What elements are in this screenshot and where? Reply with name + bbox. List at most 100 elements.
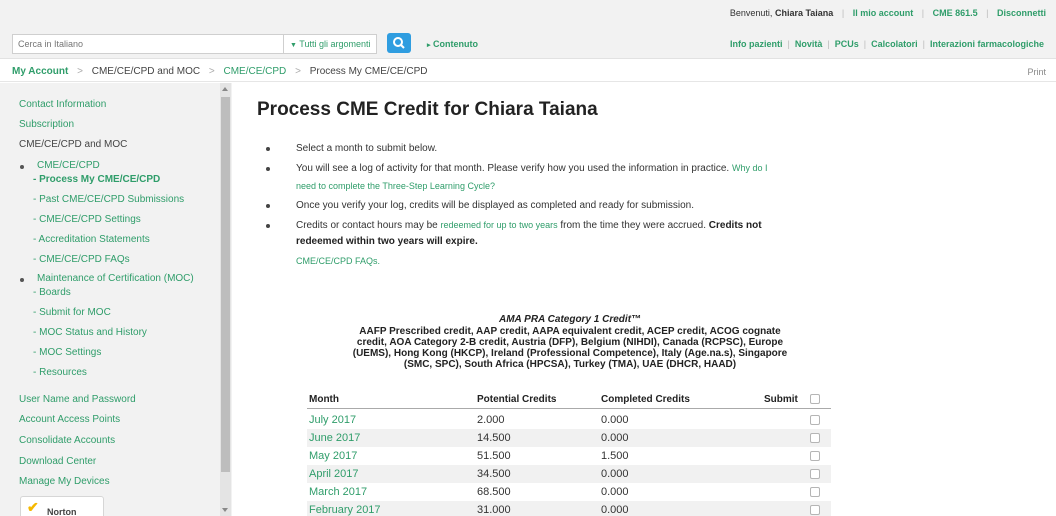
- submit-checkbox[interactable]: [810, 433, 820, 443]
- nav-drug-interactions[interactable]: Interazioni farmacologiche: [930, 39, 1044, 49]
- table-row: July 2017 2.000 0.000: [307, 411, 831, 429]
- search-button[interactable]: [387, 33, 411, 53]
- page-title: Process CME Credit for Chiara Taiana: [257, 99, 598, 120]
- header-month: Month: [309, 394, 339, 405]
- redeem-two-years-link[interactable]: redeemed for up to two years: [441, 220, 558, 230]
- completed-credits: 0.000: [601, 414, 629, 426]
- sidebar-item-submit-moc[interactable]: - Submit for MOC: [33, 307, 111, 318]
- search-input[interactable]: [12, 34, 284, 54]
- topic-scope-dropdown[interactable]: ▼ Tutti gli argomenti: [284, 34, 377, 54]
- month-link[interactable]: April 2017: [309, 468, 359, 480]
- submit-checkbox[interactable]: [810, 487, 820, 497]
- breadcrumb-bar: My Account > CME/CE/CPD and MOC > CME/CE…: [0, 60, 1056, 82]
- sidebar-section-title[interactable]: CME/CE/CPD and MOC: [19, 139, 127, 150]
- bullet: [266, 147, 270, 151]
- table-header: Month Potential Credits Completed Credit…: [307, 390, 831, 409]
- bullet: [266, 167, 270, 171]
- completed-credits: 0.000: [601, 504, 629, 516]
- main-nav: Info pazienti | Novità | PCUs | Calcolatori | In…: [730, 39, 1044, 49]
- potential-credits: 14.500: [477, 432, 511, 444]
- bullet: [266, 224, 270, 228]
- header-submit: Submit: [764, 394, 798, 405]
- ama-credit-title: AMA PRA Category 1 Credit™: [498, 314, 642, 325]
- sidebar-username-password[interactable]: User Name and Password: [19, 394, 136, 405]
- submit-checkbox[interactable]: [810, 469, 820, 479]
- table-row: February 2017 31.000 0.000: [307, 501, 831, 516]
- month-link[interactable]: March 2017: [309, 486, 367, 498]
- nav-patient-info[interactable]: Info pazienti: [730, 39, 783, 49]
- why-learning-cycle-link-line2: need to complete the Three-Step Learning…: [296, 181, 495, 192]
- sidebar-consolidate[interactable]: Consolidate Accounts: [19, 435, 115, 446]
- sidebar-item-process-cme[interactable]: - Process My CME/CE/CPD: [33, 174, 160, 185]
- cme-credits-link[interactable]: CME 861.5: [933, 8, 978, 18]
- sidebar-download-center[interactable]: Download Center: [19, 456, 96, 467]
- submit-checkbox[interactable]: [810, 451, 820, 461]
- breadcrumb-cme-moc[interactable]: CME/CE/CPD and MOC: [92, 66, 200, 77]
- sidebar-subscription[interactable]: Subscription: [19, 119, 74, 130]
- search-icon: [393, 37, 405, 49]
- sidebar-item-boards[interactable]: - Boards: [33, 287, 71, 298]
- sidebar-item-past-submissions[interactable]: - Past CME/CE/CPD Submissions: [33, 194, 184, 205]
- welcome-text: Benvenuti, Chiara Taiana: [729, 8, 834, 18]
- month-link[interactable]: February 2017: [309, 504, 381, 516]
- logout-link[interactable]: Disconnetti: [997, 8, 1046, 18]
- user-bar: Benvenuti, Chiara Taiana | Il mio accoun…: [0, 0, 1056, 28]
- chevron-right-icon: ▸: [427, 42, 431, 49]
- sidebar-contact-info[interactable]: Contact Information: [19, 99, 106, 110]
- bullet: [266, 204, 270, 208]
- header-potential: Potential Credits: [477, 394, 557, 405]
- submit-checkbox[interactable]: [810, 505, 820, 515]
- potential-credits: 31.000: [477, 504, 511, 516]
- print-link[interactable]: Print: [1027, 67, 1046, 77]
- table-row: March 2017 68.500 0.000: [307, 483, 831, 501]
- sidebar-cme-group[interactable]: CME/CE/CPD: [37, 160, 100, 171]
- sidebar-item-accreditation[interactable]: - Accreditation Statements: [33, 234, 150, 245]
- scrollbar-thumb[interactable]: [221, 97, 230, 472]
- nav-pcus[interactable]: PCUs: [835, 39, 859, 49]
- breadcrumb-current: Process My CME/CE/CPD: [309, 66, 428, 77]
- sidebar-item-moc-settings[interactable]: - MOC Settings: [33, 347, 101, 358]
- sidebar-moc-group[interactable]: Maintenance of Certification (MOC): [37, 273, 194, 284]
- header-completed: Completed Credits: [601, 394, 690, 405]
- breadcrumb-my-account[interactable]: My Account: [12, 66, 68, 77]
- instruction-verify-credits: Once you verify your log, credits will b…: [296, 200, 694, 211]
- bullet: [20, 278, 24, 282]
- potential-credits: 2.000: [477, 414, 505, 426]
- month-link[interactable]: June 2017: [309, 432, 360, 444]
- cme-faqs-link[interactable]: CME/CE/CPD FAQs.: [296, 256, 380, 266]
- potential-credits: 34.500: [477, 468, 511, 480]
- learning-cycle-link[interactable]: need to complete the Three-Step Learning…: [296, 181, 495, 191]
- credit-types-description: AAFP Prescribed credit, AAP credit, AAPA…: [352, 326, 788, 370]
- table-row: April 2017 34.500 0.000: [307, 465, 831, 483]
- faq-link-row: CME/CE/CPD FAQs.: [296, 256, 380, 267]
- nav-news[interactable]: Novità: [795, 39, 823, 49]
- sidebar-item-cme-faqs[interactable]: - CME/CE/CPD FAQs: [33, 254, 130, 265]
- breadcrumb-cme[interactable]: CME/CE/CPD: [223, 66, 286, 77]
- completed-credits: 0.000: [601, 486, 629, 498]
- nav-calculators[interactable]: Calcolatori: [871, 39, 918, 49]
- month-link[interactable]: May 2017: [309, 450, 357, 462]
- scroll-down-icon[interactable]: [222, 508, 228, 512]
- completed-credits: 0.000: [601, 468, 629, 480]
- select-all-checkbox[interactable]: [810, 394, 820, 404]
- potential-credits: 68.500: [477, 486, 511, 498]
- table-row: June 2017 14.500 0.000: [307, 429, 831, 447]
- search-bar-row: ▼ Tutti gli argomenti ▸ Contenuto Info p…: [0, 28, 1056, 59]
- submit-checkbox[interactable]: [810, 415, 820, 425]
- bullet: [20, 165, 24, 169]
- sidebar-item-cme-settings[interactable]: - CME/CE/CPD Settings: [33, 214, 141, 225]
- sidebar-access-points[interactable]: Account Access Points: [19, 414, 120, 425]
- my-account-link[interactable]: Il mio account: [853, 8, 914, 18]
- scroll-up-icon[interactable]: [222, 87, 228, 91]
- sidebar-item-resources[interactable]: - Resources: [33, 367, 87, 378]
- table-row: May 2017 51.500 1.500: [307, 447, 831, 465]
- potential-credits: 51.500: [477, 450, 511, 462]
- content-menu[interactable]: ▸ Contenuto: [427, 39, 478, 49]
- checkmark-icon: ✔: [27, 499, 39, 515]
- dropdown-caret-icon: ▼: [290, 42, 297, 49]
- month-link[interactable]: July 2017: [309, 414, 356, 426]
- sidebar-item-moc-status[interactable]: - MOC Status and History: [33, 327, 147, 338]
- instruction-expiration-line2: redeemed within two years will expire.: [296, 236, 478, 247]
- sidebar-manage-devices[interactable]: Manage My Devices: [19, 476, 110, 487]
- why-learning-cycle-link[interactable]: Why do I: [732, 163, 768, 173]
